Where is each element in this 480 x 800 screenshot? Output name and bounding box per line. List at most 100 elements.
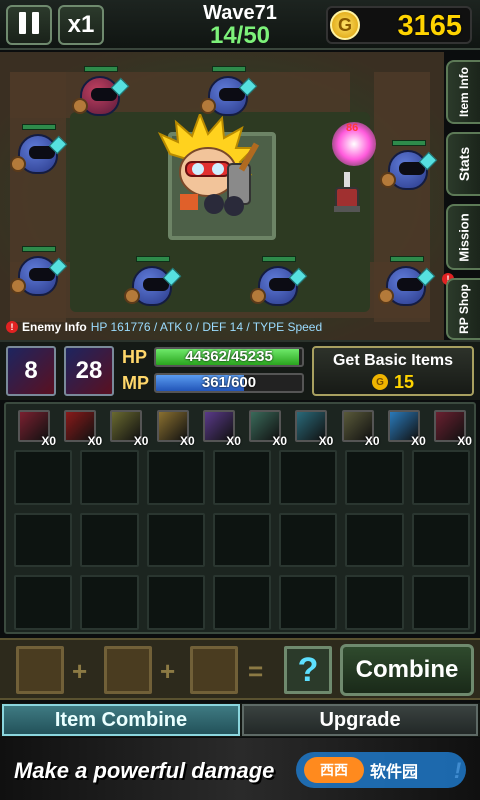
combine-slot-1[interactable]	[16, 646, 64, 694]
combine-slot-2[interactable]	[104, 646, 152, 694]
basic-item[interactable]: X0	[58, 408, 102, 448]
get-basic-items-button[interactable]: Get Basic Items G 15	[312, 346, 474, 396]
tab-mission-label: Mission	[456, 212, 472, 262]
inventory-slot[interactable]	[80, 512, 139, 568]
enemy-unit[interactable]	[378, 256, 436, 310]
item-count: X0	[457, 434, 472, 448]
enemy-unit[interactable]	[380, 140, 438, 194]
gold-display: G 3165	[326, 6, 472, 44]
inventory-slot[interactable]	[14, 450, 73, 505]
enemy-info-label: Enemy Info	[22, 320, 87, 334]
item-count: X0	[364, 434, 380, 448]
item-count: X0	[179, 434, 195, 448]
inventory-slot[interactable]	[212, 512, 272, 568]
enemy-unit[interactable]	[124, 256, 182, 310]
item-count: X0	[272, 434, 288, 448]
combine-button[interactable]: Combine	[340, 644, 474, 696]
tab-rp-shop[interactable]: RP Shop	[446, 278, 480, 340]
inventory-slot[interactable]	[212, 575, 272, 630]
item-count: X0	[41, 434, 56, 448]
inventory-slot[interactable]	[345, 450, 404, 505]
inventory-slot[interactable]	[146, 450, 205, 505]
hero-character[interactable]	[150, 114, 270, 224]
equals-icon: =	[248, 656, 264, 686]
enemy-unit[interactable]	[10, 246, 68, 300]
gold-value: 3165	[397, 10, 462, 42]
inventory-slot[interactable]	[345, 512, 404, 568]
tab-upgrade[interactable]: Upgrade	[242, 704, 478, 736]
inventory-slot[interactable]	[411, 575, 470, 630]
item-count: X0	[133, 434, 149, 448]
tab-rp-shop-label: RP Shop	[457, 284, 471, 334]
wave-progress: 14/50	[209, 22, 271, 49]
inventory-slot[interactable]	[279, 575, 338, 630]
speed-button[interactable]: x1	[58, 5, 104, 45]
enemy-unit[interactable]	[250, 256, 308, 310]
watermark-logo: 西西	[304, 757, 364, 783]
hp-bar: 44362/45235	[154, 347, 304, 367]
inventory-slot[interactable]	[14, 575, 73, 630]
level-box-2[interactable]: 28	[64, 346, 114, 396]
basic-item[interactable]: X0	[104, 408, 148, 448]
combine-slot-3[interactable]	[190, 646, 238, 694]
gold-coin-icon: G	[372, 374, 388, 390]
mp-bar: 361/600	[154, 373, 304, 393]
battlefield[interactable]: 86	[0, 52, 444, 340]
basic-item[interactable]: X0	[336, 408, 380, 448]
watermark: 西西 软件园	[296, 752, 466, 788]
inventory-slot[interactable]	[212, 450, 272, 505]
inventory-slot[interactable]	[279, 450, 338, 505]
tab-item-info[interactable]: Item Info	[446, 60, 480, 124]
tab-item-combine[interactable]: Item Combine	[2, 704, 240, 736]
item-count: X0	[226, 434, 241, 448]
level-box-1[interactable]: 8	[6, 346, 56, 396]
plus-icon: +	[72, 656, 88, 686]
inventory-panel: X0 X0 X0 X0 X0 X0 X0 X0 X0 X0	[4, 402, 476, 634]
hp-label: HP	[122, 347, 148, 367]
inventory-slot[interactable]	[146, 512, 205, 568]
tab-stats[interactable]: Stats	[446, 132, 480, 196]
item-count: X0	[411, 434, 426, 448]
basic-item[interactable]: X0	[12, 408, 56, 448]
tab-stats-label: Stats	[456, 146, 473, 182]
basic-item[interactable]: X0	[289, 408, 333, 448]
enemy-info-alert-icon: !	[6, 321, 18, 333]
pause-icon	[16, 10, 42, 41]
hp-text: 44362/45235	[185, 348, 273, 365]
enemy-info-stats: HP 161776 / ATK 0 / DEF 14 / TYPE Speed	[90, 320, 323, 334]
basic-item[interactable]: X0	[428, 408, 472, 448]
basic-item[interactable]: X0	[382, 408, 426, 448]
tab-item-info-label: Item Info	[457, 67, 471, 117]
inventory-slot[interactable]	[14, 512, 73, 568]
inventory-slot[interactable]	[80, 450, 139, 505]
get-basic-items-label: Get Basic Items	[332, 352, 454, 369]
enemy-unit[interactable]	[200, 66, 258, 120]
combine-result-slot[interactable]: ?	[284, 646, 332, 694]
basic-item[interactable]: X0	[243, 408, 287, 448]
item-count: X0	[318, 434, 334, 448]
gold-coin-icon: G	[330, 10, 360, 40]
enemy-unit[interactable]	[72, 66, 130, 120]
pause-button[interactable]	[6, 5, 52, 45]
boss-hp-number: 86	[346, 122, 359, 134]
basic-item[interactable]: X0	[197, 408, 241, 448]
enemy-info-line: ! Enemy Info HP 161776 / ATK 0 / DEF 14 …	[6, 319, 322, 335]
inventory-slot[interactable]	[411, 512, 470, 568]
turret-icon[interactable]	[332, 172, 362, 212]
inventory-grid	[14, 450, 470, 630]
plus-icon: +	[160, 656, 176, 686]
banner-text: Make a powerful damage	[14, 758, 275, 783]
inventory-slot[interactable]	[279, 512, 338, 568]
item-count: X0	[87, 434, 103, 448]
inventory-slot[interactable]	[345, 575, 404, 630]
basic-items-row: X0 X0 X0 X0 X0 X0 X0 X0 X0 X0	[12, 408, 472, 448]
enemy-unit[interactable]	[10, 124, 68, 178]
inventory-slot[interactable]	[411, 450, 470, 505]
watermark-text: 软件园	[370, 764, 419, 781]
inventory-slot[interactable]	[80, 575, 139, 630]
mp-text: 361/600	[201, 374, 257, 391]
basic-item[interactable]: X0	[151, 408, 195, 448]
tab-mission[interactable]: Mission	[446, 204, 480, 270]
inventory-slot[interactable]	[146, 575, 205, 630]
basic-items-cost: 15	[394, 372, 415, 392]
